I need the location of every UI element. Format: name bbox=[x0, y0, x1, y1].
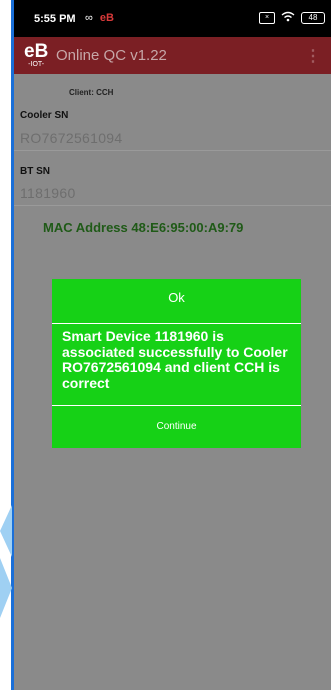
sim-icon: × bbox=[259, 12, 275, 24]
dialog-title: Ok bbox=[168, 290, 185, 305]
app-logo-subtext: -IOT- bbox=[28, 61, 45, 68]
cooler-sn-underline bbox=[14, 150, 331, 151]
status-bar: 5:55 PM ∞ eB × 48 bbox=[14, 0, 331, 37]
overflow-menu-icon[interactable]: ⋮ bbox=[305, 46, 321, 66]
app-logo-text: eB bbox=[24, 41, 49, 62]
dialog-divider-top bbox=[52, 323, 301, 324]
bt-sn-underline bbox=[14, 205, 331, 206]
chevron-right-icon bbox=[0, 558, 12, 618]
wifi-icon bbox=[281, 11, 295, 25]
mac-address-text: MAC Address 48:E6:95:00:A9:79 bbox=[43, 220, 244, 235]
success-dialog: Ok Smart Device 1181960 is associated su… bbox=[52, 279, 301, 448]
link-icon: ∞ bbox=[85, 12, 93, 24]
bt-sn-field[interactable]: 1181960 bbox=[20, 185, 76, 201]
screenshot-root: 5:55 PM ∞ eB × 48 eB -IOT- Online QC v1.… bbox=[0, 0, 331, 690]
app-title: Online QC v1.22 bbox=[56, 47, 167, 64]
cooler-sn-label: Cooler SN bbox=[20, 110, 69, 121]
chevron-left-icon bbox=[0, 505, 12, 557]
status-right-icons: × 48 bbox=[259, 11, 325, 25]
dialog-message: Smart Device 1181960 is associated succe… bbox=[62, 328, 288, 391]
app-logo: eB -IOT- bbox=[24, 41, 49, 68]
client-label: Client: CCH bbox=[69, 88, 114, 97]
phone-screen: 5:55 PM ∞ eB × 48 eB -IOT- Online QC v1.… bbox=[14, 0, 331, 690]
app-notification-icon: eB bbox=[99, 12, 114, 24]
app-bar: eB -IOT- Online QC v1.22 ⋮ bbox=[14, 37, 331, 74]
continue-button[interactable]: Continue bbox=[52, 412, 301, 442]
cooler-sn-field[interactable]: RO7672561094 bbox=[20, 130, 122, 146]
battery-icon: 48 bbox=[301, 12, 325, 24]
status-time: 5:55 PM bbox=[34, 13, 76, 25]
status-left-icons: ∞ eB bbox=[85, 12, 114, 24]
dialog-divider-bottom bbox=[52, 405, 301, 406]
left-edge-decoration bbox=[0, 0, 14, 690]
bt-sn-label: BT SN bbox=[20, 166, 50, 177]
